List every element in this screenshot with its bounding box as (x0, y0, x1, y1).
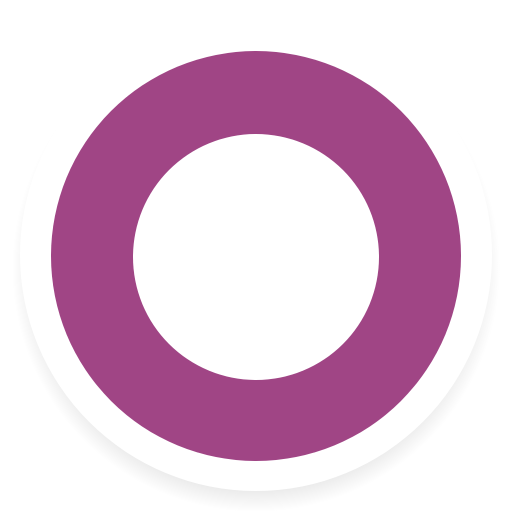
ring-badge-icon (12, 19, 500, 512)
ring-center (133, 134, 379, 380)
app-icon-canvas (0, 0, 512, 512)
